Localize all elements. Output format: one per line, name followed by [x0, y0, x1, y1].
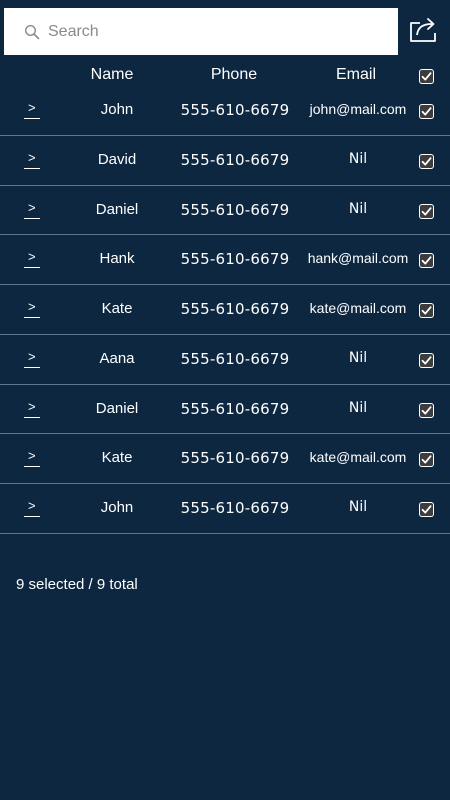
row-checkbox[interactable]: [419, 352, 434, 368]
checkmark-icon: [421, 405, 432, 414]
chevron-underline: [24, 466, 40, 468]
contact-email: hank@mail.com: [307, 250, 409, 267]
contact-name: John: [100, 499, 134, 516]
contact-phone: 555-610-6679: [180, 499, 290, 517]
contact-email: Nil: [348, 150, 368, 167]
checkmark-icon: [421, 206, 432, 215]
contact-phone: 555-610-6679: [180, 150, 290, 169]
expand-row-button[interactable]: >: [24, 249, 42, 271]
expand-row-button[interactable]: >: [24, 498, 42, 520]
chevron-right-icon: >: [28, 348, 36, 364]
contact-email: kate@mail.com: [309, 449, 407, 466]
chevron-right-icon: >: [28, 448, 36, 464]
contact-name: Hank: [99, 250, 135, 268]
chevron-underline: [24, 217, 40, 219]
select-all-checkbox[interactable]: [419, 69, 434, 84]
table-row[interactable]: > Daniel 555-610-6679 Nil: [0, 186, 450, 236]
search-icon: [24, 24, 40, 40]
table-row[interactable]: > John 555-610-6679 Nil: [0, 484, 450, 534]
chevron-underline: [24, 516, 40, 517]
chevron-right-icon: >: [28, 100, 36, 115]
checkmark-icon: [421, 505, 432, 514]
share-icon: [408, 14, 440, 49]
checkmark-icon: [421, 356, 432, 365]
chevron-underline: [24, 118, 40, 119]
table-row[interactable]: > Kate 555-610-6679 kate@mail.com: [0, 285, 450, 335]
contact-phone: 555-610-6679: [180, 250, 290, 269]
column-header-name: Name: [90, 66, 134, 83]
contact-name: David: [97, 150, 137, 168]
share-button[interactable]: [408, 15, 440, 47]
chevron-right-icon: >: [28, 249, 36, 265]
contact-email: Nil: [348, 499, 368, 515]
checkmark-icon: [421, 306, 432, 315]
expand-row-button[interactable]: >: [24, 448, 42, 470]
expand-row-button[interactable]: >: [24, 100, 42, 122]
contact-phone: 555-610-6679: [180, 300, 290, 318]
table-row[interactable]: > Kate 555-610-6679 kate@mail.com: [0, 434, 450, 484]
column-header-phone: Phone: [210, 66, 258, 83]
contact-name: Daniel: [95, 200, 139, 218]
contact-email: john@mail.com: [309, 101, 407, 117]
contact-name: Kate: [101, 300, 133, 317]
chevron-underline: [24, 317, 40, 318]
search-bar[interactable]: [4, 8, 398, 55]
row-checkbox[interactable]: [419, 502, 434, 517]
column-header-email: Email: [335, 66, 376, 83]
chevron-underline: [24, 416, 40, 418]
row-checkbox[interactable]: [419, 303, 434, 318]
row-checkbox[interactable]: [419, 452, 434, 468]
contact-email: kate@mail.com: [309, 300, 407, 316]
table-row[interactable]: > John 555-610-6679 john@mail.com: [0, 86, 450, 136]
table-row[interactable]: > Aana 555-610-6679 Nil: [0, 335, 450, 385]
contact-name: Kate: [101, 449, 133, 467]
selection-summary: 9 selected / 9 total: [16, 576, 138, 593]
contact-phone: 555-610-6679: [180, 349, 290, 368]
contact-phone: 555-610-6679: [180, 399, 290, 418]
chevron-right-icon: >: [28, 199, 36, 215]
contact-phone: 555-610-6679: [180, 200, 290, 219]
expand-row-button[interactable]: >: [24, 349, 42, 371]
row-checkbox[interactable]: [419, 203, 434, 219]
expand-row-button[interactable]: >: [24, 399, 42, 421]
checkmark-icon: [421, 72, 432, 81]
contact-email: Nil: [348, 349, 368, 366]
contact-email: Nil: [348, 399, 368, 416]
table-row[interactable]: > Hank 555-610-6679 hank@mail.com: [0, 235, 450, 285]
contacts-screen: Name Phone Email > John 555-610-6679 john@m…: [0, 0, 450, 800]
contact-name: John: [100, 101, 134, 118]
contact-phone: 555-610-6679: [180, 449, 290, 468]
expand-row-button[interactable]: >: [24, 299, 42, 321]
contact-name: Daniel: [95, 399, 139, 417]
contact-phone: 555-610-6679: [180, 101, 290, 119]
checkmark-icon: [421, 107, 432, 116]
checkmark-icon: [421, 157, 432, 166]
row-checkbox[interactable]: [419, 153, 434, 169]
search-input[interactable]: [48, 16, 368, 47]
expand-row-button[interactable]: >: [24, 200, 42, 222]
checkmark-icon: [421, 455, 432, 464]
expand-row-button[interactable]: >: [24, 150, 42, 172]
row-checkbox[interactable]: [419, 253, 434, 269]
contact-name: Aana: [99, 349, 135, 367]
table-row[interactable]: > Daniel 555-610-6679 Nil: [0, 385, 450, 435]
chevron-underline: [24, 167, 40, 169]
chevron-right-icon: >: [28, 149, 36, 165]
chevron-underline: [24, 366, 40, 368]
row-checkbox[interactable]: [419, 104, 434, 119]
chevron-right-icon: >: [28, 398, 36, 414]
table-row[interactable]: > David 555-610-6679 Nil: [0, 136, 450, 186]
chevron-underline: [24, 267, 40, 269]
chevron-right-icon: >: [28, 498, 36, 513]
chevron-right-icon: >: [28, 299, 36, 314]
checkmark-icon: [421, 256, 432, 265]
row-checkbox[interactable]: [419, 402, 434, 418]
contact-email: Nil: [348, 200, 368, 217]
